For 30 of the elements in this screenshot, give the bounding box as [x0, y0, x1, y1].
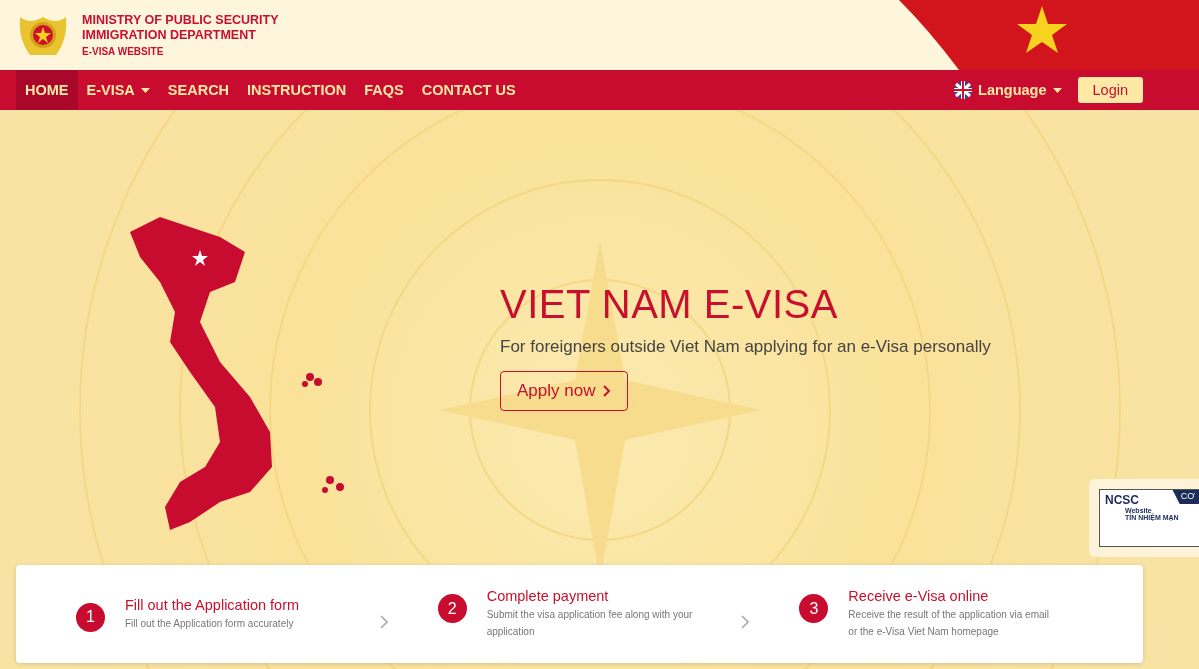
nav-link[interactable]: E-VISA — [77, 70, 159, 110]
ministry-title: IMMIGRATION DEPARTMENT — [82, 28, 257, 43]
chevron-icon — [379, 615, 388, 629]
chevron-icon — [603, 385, 612, 397]
step-number: 3 — [799, 594, 829, 623]
caret-icon — [1052, 87, 1062, 93]
badge-brand: NCSC — [1105, 493, 1139, 507]
step-description: Submit the visa application fee along with your application — [486, 608, 694, 639]
chevron-icon — [741, 615, 750, 629]
step-number: 1 — [76, 602, 105, 632]
language-selector[interactable]: Language — [954, 81, 1062, 99]
nav-link[interactable]: CONTACT US — [412, 70, 525, 110]
step-description: Fill out the Application form accurately — [125, 616, 295, 631]
step-title: Fill out the Application form — [125, 596, 301, 613]
nav-link[interactable]: SEARCH — [158, 70, 239, 110]
login-button[interactable]: Login — [1077, 77, 1143, 103]
step-description: Receive the result of the application via email or the e-Visa Viet Nam homepage — [848, 608, 1050, 639]
apply-button[interactable]: Apply now — [500, 371, 629, 411]
nav-link[interactable]: HOME — [16, 70, 78, 110]
nav-link[interactable]: INSTRUCTION — [238, 70, 356, 110]
hero-subtitle: For foreigners outside Viet Nam applying for an e-Visa personally — [500, 337, 991, 357]
caret-icon — [140, 87, 150, 93]
ministry-title: MINISTRY OF PUBLIC SECURITY — [82, 13, 279, 28]
nav-link[interactable]: FAQS — [355, 70, 413, 110]
flag-icon — [954, 81, 973, 99]
site-subtitle: E-VISA WEBSITE — [82, 46, 165, 57]
step-title: Complete payment — [486, 588, 610, 604]
step-title: Receive e-Visa online — [848, 588, 990, 604]
hero-title: VIET NAM E-VISA — [500, 282, 838, 327]
step-number: 2 — [437, 594, 467, 623]
